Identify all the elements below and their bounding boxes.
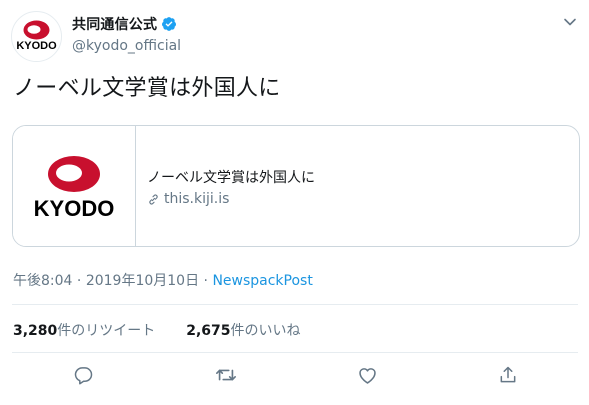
tweet-stats: 3,280件のリツイート 2,675件のいいね — [13, 320, 301, 340]
tweet-header: KYODO 共同通信公式 @kyodo_official — [11, 11, 579, 62]
chevron-down-icon[interactable] — [563, 14, 577, 28]
kyodo-logo-icon: KYODO — [34, 156, 115, 221]
link-icon — [149, 194, 158, 204]
avatar-logo-text: KYODO — [16, 40, 57, 52]
link-card[interactable]: KYODO ノーベル文学賞は外国人に this.kiji.is — [12, 125, 580, 247]
author-handle[interactable]: @kyodo_official — [72, 38, 181, 54]
tweet-meta: 午後8:04 · 2019年10月10日 · NewspackPost — [13, 270, 313, 290]
card-thumbnail: KYODO — [13, 126, 136, 246]
card-title: ノーベル文学賞は外国人に — [147, 170, 315, 186]
like-icon[interactable] — [356, 364, 378, 386]
card-logo-text: KYODO — [34, 196, 115, 221]
retweet-icon[interactable] — [215, 364, 237, 386]
divider — [12, 304, 578, 305]
likes-stat[interactable]: 2,675件のいいね — [186, 323, 300, 339]
share-icon[interactable] — [497, 364, 519, 386]
reply-icon[interactable] — [73, 364, 95, 386]
card-domain: this.kiji.is — [147, 191, 229, 207]
tweet-time[interactable]: 午後8:04 — [13, 273, 72, 289]
retweets-label: 件のリツイート — [57, 323, 156, 339]
tweet-date[interactable]: 2019年10月10日 — [86, 273, 199, 289]
verified-badge-icon — [161, 16, 177, 32]
avatar[interactable]: KYODO — [11, 11, 62, 62]
author-name-row: 共同通信公式 — [72, 14, 177, 34]
retweets-count: 3,280 — [13, 323, 58, 339]
tweet-text: ノーベル文学賞は外国人に — [13, 76, 281, 101]
retweets-stat[interactable]: 3,280件のリツイート — [13, 323, 155, 339]
tweet-source[interactable]: NewspackPost — [212, 273, 312, 289]
likes-count: 2,675 — [186, 323, 231, 339]
action-bar — [0, 364, 589, 392]
kyodo-logo-icon: KYODO — [16, 20, 57, 52]
author-display-name[interactable]: 共同通信公式 — [72, 14, 157, 34]
likes-label: 件のいいね — [230, 323, 301, 339]
divider — [12, 352, 578, 353]
card-domain-text: this.kiji.is — [164, 191, 230, 207]
